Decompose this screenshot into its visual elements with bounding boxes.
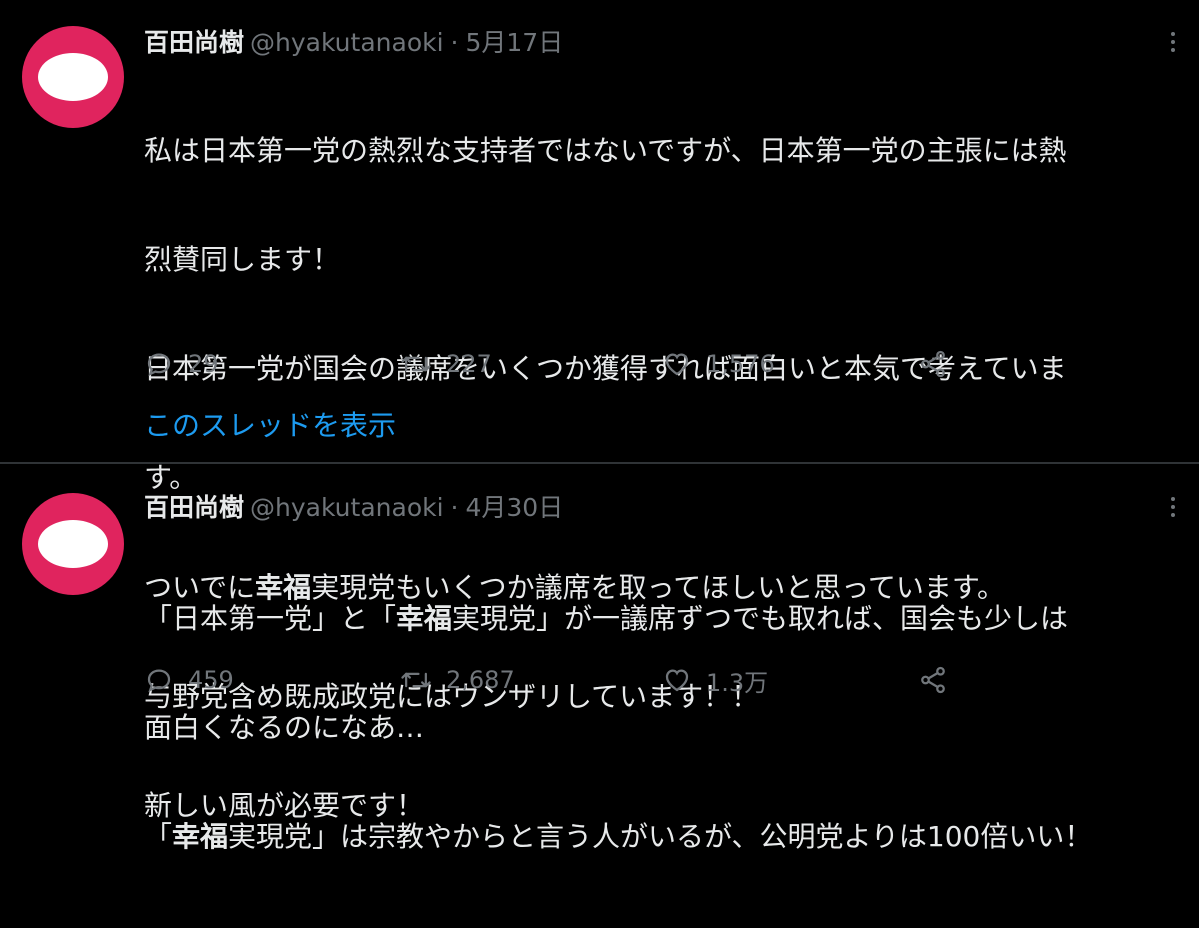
share-button[interactable] [918,663,948,697]
retweet-button[interactable]: 227 [400,347,492,381]
retweet-icon [401,356,431,372]
avatar[interactable] [22,26,124,128]
share-button[interactable] [918,347,948,381]
reply-icon [147,669,171,693]
heart-icon [665,669,689,692]
avatar[interactable] [22,493,124,595]
author-name[interactable]: 百田尚樹 [144,26,244,60]
retweet-icon [401,672,431,688]
heart-icon [665,353,689,376]
separator-dot: · [450,28,459,57]
reply-icon [147,353,171,377]
tweet-line: 面白くなるのになあ… [144,711,425,745]
like-button[interactable]: 1,576 [662,347,775,381]
reply-button[interactable]: 29 [144,347,219,381]
more-options-icon[interactable] [1169,32,1177,52]
show-thread-link[interactable]: このスレッドを表示 [144,404,396,444]
tweet[interactable]: 百田尚樹 @hyakutanaoki · 4月30日 「日本第一党」と「幸福実現… [0,465,1199,853]
tweet-date[interactable]: 5月17日 [466,26,564,60]
tweet-line: 「日本第一党」と「幸福実現党」が一議席ずつでも取れば、国会も少しは [144,601,1069,635]
tweet-text: 「日本第一党」と「幸福実現党」が一議席ずつでも取れば、国会も少しは 面白くなるの… [144,528,1154,928]
tweet-divider [0,462,1199,464]
retweet-count: 227 [446,350,492,378]
separator-dot: · [450,493,459,522]
like-count: 1,576 [706,350,775,378]
tweet[interactable]: 百田尚樹 @hyakutanaoki · 5月17日 私は日本第一党の熱烈な支持… [0,0,1199,822]
tweet-line: 烈賛同します！ [144,243,341,277]
tweet-header: 百田尚樹 @hyakutanaoki · 4月30日 [144,491,563,525]
tweet-actions: 459 2,687 1.3万 [144,663,964,697]
reply-count: 29 [188,350,219,378]
author-handle[interactable]: @hyakutanaoki [250,491,444,525]
tweet-line: 私は日本第一党の熱烈な支持者ではないですが、日本第一党の主張には熱 [144,133,1067,167]
like-button[interactable]: 1.3万 [662,663,768,697]
retweet-button[interactable]: 2,687 [400,663,515,697]
retweet-count: 2,687 [446,666,515,694]
author-handle[interactable]: @hyakutanaoki [250,26,444,60]
share-icon [921,350,945,378]
reply-count: 459 [188,666,234,694]
avatar-image [38,53,108,101]
reply-button[interactable]: 459 [144,663,234,697]
tweet-date[interactable]: 4月30日 [466,491,564,525]
avatar-image [38,520,108,568]
tweet-actions: 29 227 1,576 [144,347,964,381]
share-icon [921,666,945,694]
author-name[interactable]: 百田尚樹 [144,491,244,525]
tweet-header: 百田尚樹 @hyakutanaoki · 5月17日 [144,26,563,60]
more-options-icon[interactable] [1169,497,1177,517]
like-count: 1.3万 [706,668,769,697]
tweet-line: 「幸福実現党」は宗教やからと言う人がいるが、公明党よりは100倍いい！ [144,820,1093,854]
